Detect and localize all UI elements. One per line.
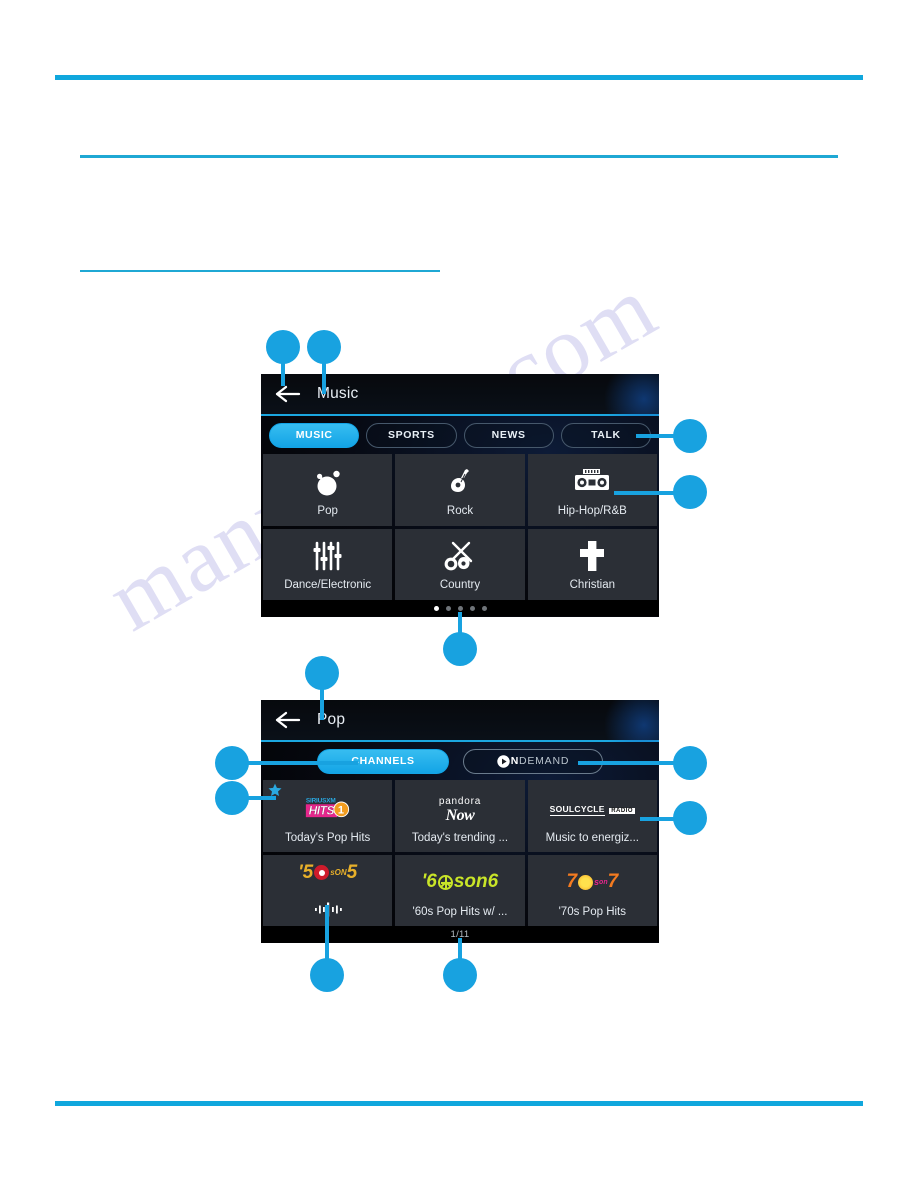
header-divider	[80, 155, 838, 158]
banjo-guitar-icon	[441, 537, 479, 575]
channel-tile-label: Today's Pop Hits	[285, 831, 371, 844]
genre-tile-rock[interactable]: Rock	[395, 454, 525, 526]
tab-talk-label: TALK	[591, 429, 621, 441]
genre-tile-country[interactable]: Country	[395, 528, 525, 600]
siriusxm-hits-1-logo: SIRIUSXM HITS 1	[304, 788, 351, 828]
pandora-wordmark: pandora	[438, 795, 482, 807]
sixties-on: on	[464, 871, 488, 893]
radio-wordmark: RADIO	[609, 807, 636, 814]
seventies-on: on	[599, 878, 608, 886]
callout-marker-7	[215, 746, 249, 780]
tab-music[interactable]: MUSIC	[269, 422, 360, 448]
pager-dot[interactable]	[481, 605, 487, 611]
callout-marker-9	[215, 781, 249, 815]
music-genre-screen: Music MUSIC SPORTS NEWS TALK Pop Rock Hi…	[261, 374, 659, 617]
genre-tile-dance-electronic[interactable]: Dance/Electronic	[263, 528, 393, 600]
electric-guitar-icon	[443, 463, 477, 501]
sixties-number: 6	[487, 871, 499, 893]
callout-marker-1	[266, 330, 300, 364]
genre-tile-label: Pop	[317, 504, 338, 517]
balloon-icon	[311, 463, 345, 501]
callout-marker-8	[673, 746, 707, 780]
back-arrow-icon[interactable]	[275, 710, 301, 730]
channel-tile-70s-on-7[interactable]: 7 s on 7 '70s Pop Hits	[527, 854, 657, 926]
callout-marker-2	[307, 330, 341, 364]
channel-tile-label: '70s Pop Hits	[558, 906, 627, 919]
hits-channel-number: 1	[333, 801, 350, 818]
genre-tile-label: Country	[439, 579, 481, 592]
50s-on-5-logo: '5 s ON 5	[298, 855, 357, 892]
pandora-now-logo: pandora Now	[439, 788, 481, 828]
sun-icon	[578, 874, 594, 890]
seventies-number: 7	[607, 871, 619, 893]
peace-sign-icon	[437, 874, 453, 890]
tab-music-label: MUSIC	[295, 429, 333, 441]
genre-tile-label: Rock	[446, 504, 474, 517]
channel-tile-todays-pop-hits[interactable]: SIRIUSXM HITS 1 Today's Pop Hits	[263, 780, 393, 852]
genre-tile-christian[interactable]: Christian	[527, 528, 657, 600]
tab-news-label: NEWS	[491, 429, 526, 441]
ondemand-demand-label: DEMAND	[518, 755, 570, 767]
fifties-record-icon	[314, 865, 330, 881]
seventies-prefix: 7	[566, 871, 578, 893]
channel-tile-label: Today's trending ...	[411, 831, 509, 844]
callout-marker-5	[443, 632, 477, 666]
pager-dot[interactable]	[445, 605, 451, 611]
fifties-number: 5	[346, 861, 358, 883]
boombox-icon	[572, 463, 612, 501]
manual-page: manualslib.com Music MUSIC SPORTS NEWS T…	[0, 0, 918, 1188]
pop-channels-screen: Pop CHANNELS N DEMAND SIRIUSXM HITS 1 To…	[261, 700, 659, 943]
music-titlebar: Music	[261, 374, 659, 434]
genre-tile-label: Dance/Electronic	[284, 579, 372, 592]
callout-marker-12	[443, 958, 477, 992]
channel-tile-60s-on-6[interactable]: '6 s on 6 '60s Pop Hits w/ ...	[395, 854, 525, 926]
pop-screen-body: CHANNELS N DEMAND SIRIUSXM HITS 1 Today'…	[261, 742, 659, 943]
genre-tile-label: Hip-Hop/R&B	[557, 504, 627, 517]
genre-tile-label: Christian	[569, 579, 616, 592]
pager-dot[interactable]	[469, 605, 475, 611]
soulcycle-wordmark: SOULCYCLE	[549, 803, 605, 816]
callout-leader-8	[578, 761, 688, 765]
equalizer-sliders-icon	[311, 537, 345, 575]
callout-marker-11	[310, 958, 344, 992]
60s-on-6-logo: '6 s on 6	[422, 862, 498, 902]
category-tab-bar: MUSIC SPORTS NEWS TALK	[261, 416, 659, 454]
channel-tile-soulcycle-radio[interactable]: SOULCYCLE RADIO Music to energiz...	[527, 780, 657, 852]
pager-dot[interactable]	[457, 605, 463, 611]
cross-icon	[577, 537, 607, 575]
channel-tile-label: Music to energiz...	[545, 831, 639, 844]
play-circle-icon	[497, 754, 510, 768]
section-divider	[80, 270, 440, 272]
fifties-on: ON	[334, 868, 347, 878]
callout-marker-10	[673, 801, 707, 835]
genre-tile-pop[interactable]: Pop	[263, 454, 393, 526]
tab-channels-label: CHANNELS	[351, 755, 415, 767]
callout-marker-4	[673, 475, 707, 509]
hits-wordmark: HITS	[306, 804, 338, 818]
callout-marker-6	[305, 656, 339, 690]
channel-tile-grid: SIRIUSXM HITS 1 Today's Pop Hits pandora…	[261, 780, 659, 926]
fifties-prefix: '5	[298, 861, 314, 883]
back-arrow-icon[interactable]	[275, 384, 301, 404]
tab-news[interactable]: NEWS	[463, 422, 554, 448]
sixties-prefix: '6	[421, 871, 437, 893]
callout-marker-3	[673, 419, 707, 453]
callout-leader-11	[325, 905, 329, 965]
tab-sports[interactable]: SPORTS	[366, 422, 457, 448]
music-screen-body: MUSIC SPORTS NEWS TALK Pop Rock Hip-Hop/…	[261, 416, 659, 617]
channel-tile-label: '60s Pop Hits w/ ...	[412, 906, 508, 919]
genre-tile-hiphop-rnb[interactable]: Hip-Hop/R&B	[527, 454, 657, 526]
genre-tile-grid: Pop Rock Hip-Hop/R&B Dance/Electronic Co…	[261, 454, 659, 600]
top-divider-thick	[55, 75, 863, 80]
callout-leader-7	[238, 761, 358, 765]
tab-sports-label: SPORTS	[387, 429, 435, 441]
70s-on-7-logo: 7 s on 7	[566, 862, 618, 902]
bottom-divider	[55, 1101, 863, 1106]
soulcycle-radio-logo: SOULCYCLE RADIO	[549, 788, 636, 828]
now-wordmark: Now	[445, 806, 475, 824]
ondemand-on-label: N	[497, 754, 519, 768]
channel-tile-pandora-now[interactable]: pandora Now Today's trending ...	[395, 780, 525, 852]
pager-dot[interactable]	[433, 605, 439, 611]
sixties-s: s	[453, 871, 465, 893]
